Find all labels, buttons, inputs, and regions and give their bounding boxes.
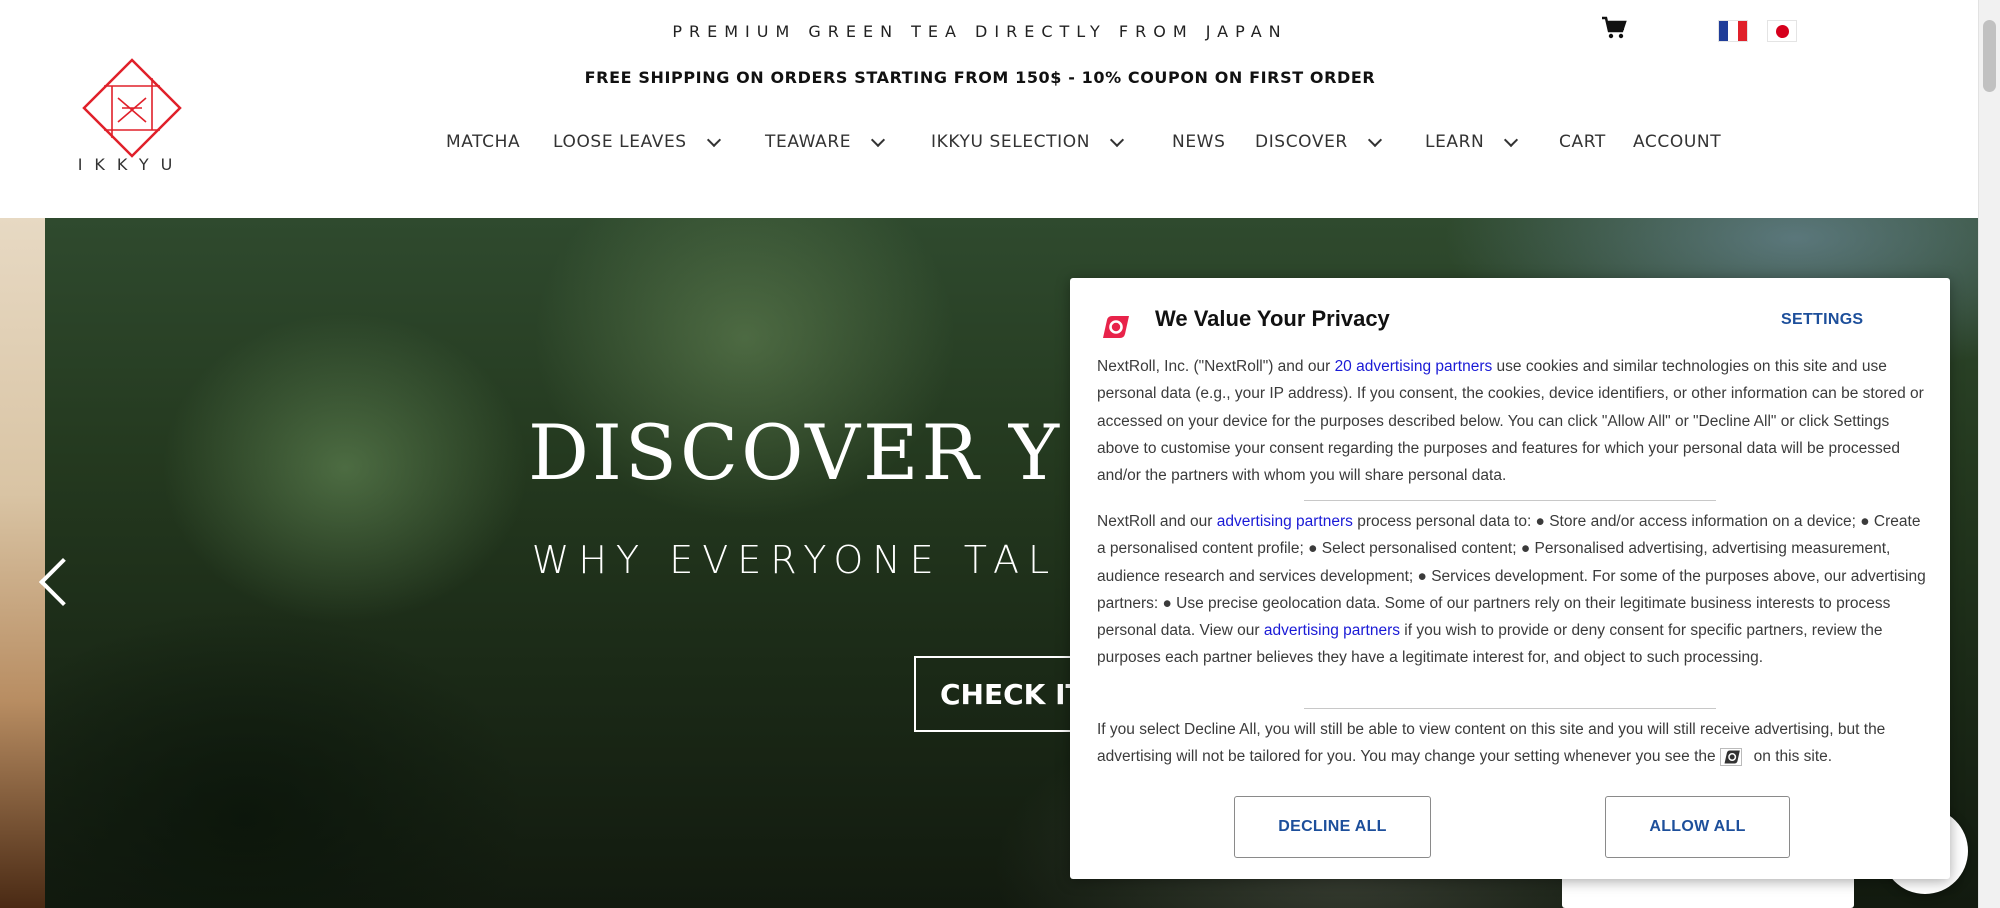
nextroll-logo-icon — [1103, 316, 1129, 338]
nav-label: ACCOUNT — [1633, 132, 1722, 152]
logo-wordmark[interactable]: IKKYU — [66, 155, 196, 174]
french-flag-icon[interactable] — [1718, 20, 1748, 42]
text: on this site. — [1753, 748, 1833, 766]
chevron-down-icon — [871, 132, 886, 147]
chevron-down-icon — [1109, 132, 1125, 147]
nav-label: IKKYU SELECTION — [931, 132, 1091, 152]
chevron-down-icon — [1504, 132, 1519, 147]
divider — [1304, 708, 1716, 709]
nav-cart[interactable]: CART — [1559, 132, 1606, 152]
settings-button[interactable]: SETTINGS — [1781, 311, 1863, 329]
chevron-down-icon — [706, 132, 721, 147]
nav-label: CART — [1559, 132, 1606, 152]
text: process personal data to: ● Store and/or… — [1097, 513, 1926, 640]
ikkyu-logo-icon[interactable] — [82, 58, 182, 158]
nav-account[interactable]: ACCOUNT — [1633, 132, 1721, 152]
nav-label: MATCHA — [446, 132, 521, 152]
chevron-down-icon — [1367, 132, 1382, 147]
nav-label: LEARN — [1425, 132, 1485, 152]
consent-paragraph-3: If you select Decline All, you will stil… — [1097, 716, 1929, 771]
advertising-partners-link[interactable]: advertising partners — [1217, 513, 1353, 530]
page: PREMIUM GREEN TEA DIRECTLY FROM JAPAN FR… — [0, 0, 1978, 908]
nav-matcha[interactable]: MATCHA — [446, 132, 520, 152]
decline-all-button[interactable]: DECLINE ALL — [1234, 796, 1431, 858]
nav-learn[interactable]: LEARN — [1425, 132, 1519, 152]
advertising-partners-link[interactable]: 20 advertising partners — [1335, 358, 1493, 375]
text: NextRoll and our — [1097, 513, 1217, 530]
nav-label: LOOSE LEAVES — [553, 132, 687, 152]
site-header: PREMIUM GREEN TEA DIRECTLY FROM JAPAN FR… — [0, 0, 1978, 218]
privacy-consent-dialog: We Value Your Privacy SETTINGS NextRoll,… — [1070, 278, 1950, 879]
allow-all-button[interactable]: ALLOW ALL — [1605, 796, 1790, 858]
nav-label: NEWS — [1172, 132, 1226, 152]
nav-discover[interactable]: DISCOVER — [1255, 132, 1382, 152]
shipping-banner: FREE SHIPPING ON ORDERS STARTING FROM 15… — [584, 68, 1376, 87]
nav-label: DISCOVER — [1255, 132, 1348, 152]
nextroll-settings-icon[interactable] — [1719, 748, 1742, 767]
nav-ikkyu-selection[interactable]: IKKYU SELECTION — [931, 132, 1125, 152]
nav-news[interactable]: NEWS — [1172, 132, 1225, 152]
dialog-title: We Value Your Privacy — [1155, 306, 1390, 331]
nav-teaware[interactable]: TEAWARE — [765, 132, 886, 152]
nav-label: TEAWARE — [765, 132, 852, 152]
consent-paragraph-2: NextRoll and our advertising partners pr… — [1097, 508, 1929, 672]
hero-previous-slide-edge — [0, 218, 45, 908]
vertical-scrollbar[interactable] — [1978, 0, 2000, 908]
nav-loose-leaves[interactable]: LOOSE LEAVES — [553, 132, 721, 152]
divider — [1304, 500, 1716, 501]
japanese-flag-icon[interactable] — [1767, 20, 1797, 42]
consent-paragraph-1: NextRoll, Inc. ("NextRoll") and our 20 a… — [1097, 353, 1929, 489]
advertising-partners-link[interactable]: advertising partners — [1264, 622, 1400, 639]
text: use cookies and similar technologies on … — [1097, 358, 1924, 485]
text: NextRoll, Inc. ("NextRoll") and our — [1097, 358, 1335, 375]
cart-icon[interactable] — [1601, 16, 1627, 40]
tagline: PREMIUM GREEN TEA DIRECTLY FROM JAPAN — [672, 22, 1288, 41]
scrollbar-thumb[interactable] — [1983, 20, 1996, 92]
